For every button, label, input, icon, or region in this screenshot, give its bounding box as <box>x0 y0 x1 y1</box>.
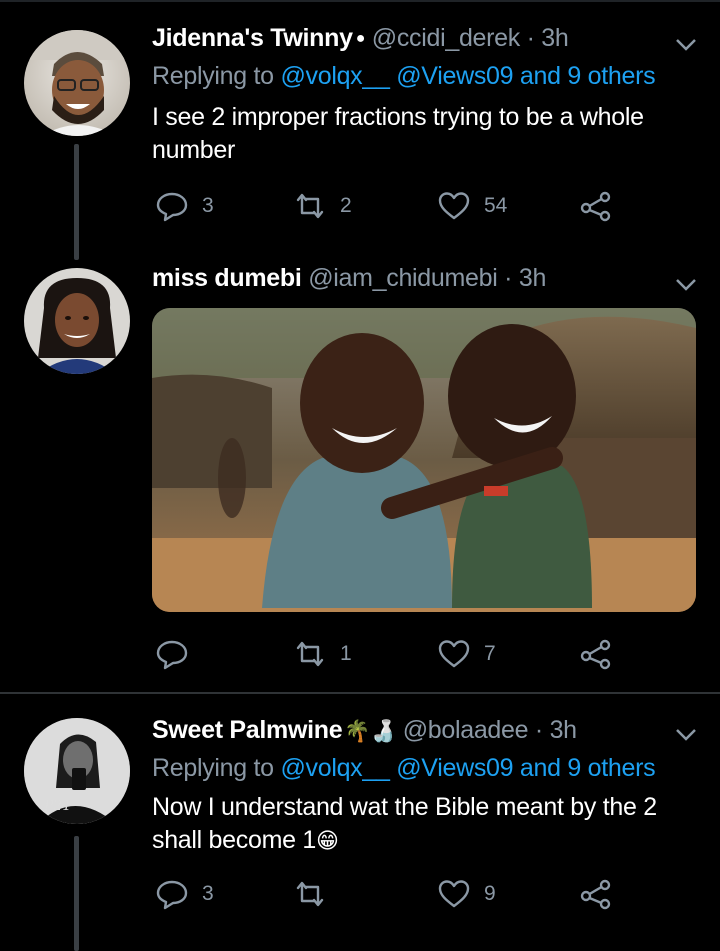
thread-line <box>74 836 79 951</box>
retweet-icon <box>296 641 324 667</box>
tweet-header: Sweet Palmwine🌴🍶 @bolaadee · 3h <box>152 716 577 745</box>
heart-icon <box>438 640 470 668</box>
tweet-actions: 1 7 <box>152 634 672 674</box>
reply-button[interactable] <box>154 634 202 674</box>
timestamp[interactable]: · 3h <box>504 264 546 292</box>
share-icon <box>580 639 611 670</box>
tweet-actions: 3 9 <box>152 874 672 914</box>
retweet-button[interactable]: 1 <box>292 634 352 674</box>
name-emoji: 🌴🍶 <box>344 720 397 743</box>
reply-icon <box>156 880 188 910</box>
tweet-text: Now I understand wat the Bible meant by … <box>152 791 692 857</box>
reply-others[interactable]: 9 others <box>567 754 655 782</box>
svg-text:P21: P21 <box>43 798 71 814</box>
reply-prefix: Replying to <box>152 754 274 782</box>
reply-and: and <box>519 754 561 782</box>
tweet-media-photo[interactable] <box>152 308 696 612</box>
like-count: 7 <box>484 642 496 665</box>
display-name[interactable]: miss dumebi <box>152 264 302 292</box>
retweet-button[interactable] <box>292 874 340 914</box>
like-button[interactable]: 9 <box>436 874 496 914</box>
tweet-header: miss dumebi @iam_chidumebi · 3h <box>152 264 546 293</box>
like-button[interactable]: 7 <box>436 634 496 674</box>
reply-icon <box>156 640 188 670</box>
like-count: 9 <box>484 882 496 905</box>
heart-icon <box>438 880 470 908</box>
tweet-3[interactable]: P21 Sweet Palmwine🌴🍶 @bolaadee · 3h Repl… <box>0 694 720 951</box>
display-name[interactable]: Sweet Palmwine <box>152 716 343 744</box>
user-handle[interactable]: @bolaadee <box>403 716 529 744</box>
tweet-text-body: Now I understand wat the Bible meant by … <box>152 793 657 854</box>
tweet-2[interactable]: miss dumebi @iam_chidumebi · 3h 1 7 <box>0 0 720 694</box>
avatar[interactable]: P21 <box>24 718 130 824</box>
user-handle[interactable]: @iam_chidumebi <box>308 264 498 292</box>
avatar[interactable] <box>24 268 130 374</box>
reply-mentions[interactable]: @volqx__ @Views09 <box>280 754 513 782</box>
share-button[interactable] <box>578 874 614 914</box>
chevron-down-icon[interactable] <box>674 726 698 744</box>
reply-count: 3 <box>202 882 214 905</box>
timestamp[interactable]: · 3h <box>535 716 577 744</box>
retweet-count: 1 <box>340 642 352 665</box>
share-icon <box>580 879 611 910</box>
chevron-down-icon[interactable] <box>674 276 698 294</box>
reply-context: Replying to @volqx__ @Views09 and 9 othe… <box>152 754 656 783</box>
retweet-icon <box>296 881 324 907</box>
share-button[interactable] <box>578 634 614 674</box>
grin-emoji: 😁 <box>315 828 339 853</box>
reply-button[interactable]: 3 <box>154 874 214 914</box>
